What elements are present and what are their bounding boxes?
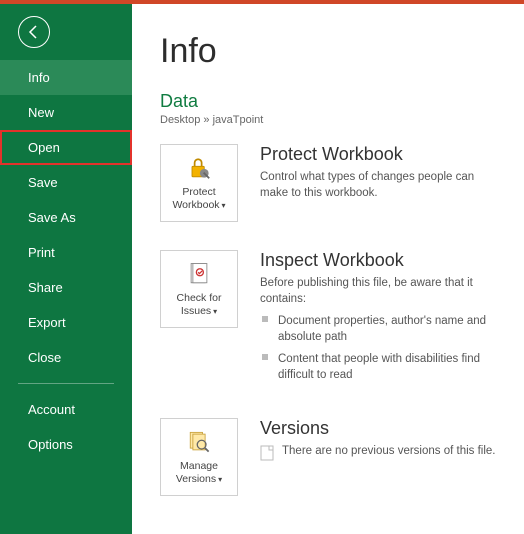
sidebar-divider	[18, 383, 114, 384]
arrow-left-icon	[26, 24, 42, 40]
sidebar-item-options[interactable]: Options	[0, 427, 132, 462]
versions-text: There are no previous versions of this f…	[260, 443, 504, 461]
back-button[interactable]	[18, 16, 50, 48]
file-sidebar: InfoNewOpenSaveSave AsPrintShareExportCl…	[0, 4, 132, 534]
protect-workbook-button[interactable]: Protect Workbook▾	[160, 144, 238, 222]
inspect-tile-label: Check for Issues▾	[161, 292, 237, 317]
document-check-icon	[185, 260, 213, 288]
lock-icon	[185, 154, 213, 182]
protect-text: Control what types of changes people can…	[260, 169, 504, 201]
document-path: Desktop » javaTpoint	[160, 114, 504, 126]
sidebar-item-open[interactable]: Open	[0, 130, 132, 165]
inspect-text: Before publishing this file, be aware th…	[260, 275, 504, 384]
inspect-heading: Inspect Workbook	[260, 250, 504, 271]
protect-section: Protect Workbook▾ Protect Workbook Contr…	[160, 144, 504, 222]
protect-heading: Protect Workbook	[260, 144, 504, 165]
inspect-list-item: Content that people with disabilities fi…	[260, 351, 504, 383]
sidebar-item-print[interactable]: Print	[0, 235, 132, 270]
inspect-list-item: Document properties, author's name and a…	[260, 313, 504, 345]
page-icon	[260, 445, 274, 461]
versions-heading: Versions	[260, 418, 504, 439]
manage-versions-button[interactable]: Manage Versions▾	[160, 418, 238, 496]
sidebar-item-save-as[interactable]: Save As	[0, 200, 132, 235]
sidebar-item-new[interactable]: New	[0, 95, 132, 130]
document-search-icon	[185, 428, 213, 456]
document-name: Data	[160, 91, 504, 112]
versions-section: Manage Versions▾ Versions There are no p…	[160, 418, 504, 496]
versions-tile-label: Manage Versions▾	[161, 460, 237, 485]
protect-tile-label: Protect Workbook▾	[161, 186, 237, 211]
sidebar-item-info[interactable]: Info	[0, 60, 132, 95]
sidebar-item-export[interactable]: Export	[0, 305, 132, 340]
main-panel: Info Data Desktop » javaTpoint Protect W…	[132, 4, 524, 534]
check-issues-button[interactable]: Check for Issues▾	[160, 250, 238, 328]
page-title: Info	[160, 32, 504, 71]
inspect-section: Check for Issues▾ Inspect Workbook Befor…	[160, 250, 504, 390]
sidebar-item-share[interactable]: Share	[0, 270, 132, 305]
sidebar-menu: InfoNewOpenSaveSave AsPrintShareExportCl…	[0, 60, 132, 375]
sidebar-footer-menu: AccountOptions	[0, 392, 132, 462]
sidebar-item-account[interactable]: Account	[0, 392, 132, 427]
sidebar-item-save[interactable]: Save	[0, 165, 132, 200]
sidebar-item-close[interactable]: Close	[0, 340, 132, 375]
